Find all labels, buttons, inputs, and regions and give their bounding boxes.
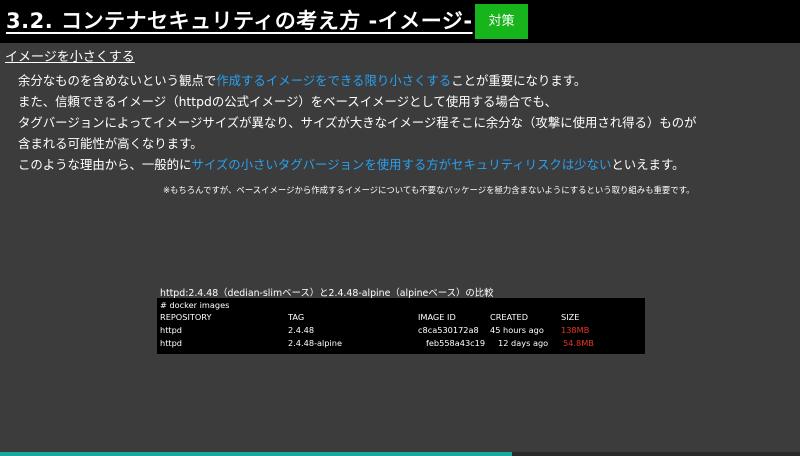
terminal-command: # docker images [160, 300, 230, 310]
slide-header: 3.2. コンテナセキュリティの考え方 -イメージ- 対策 [0, 0, 800, 43]
slide-progress-fill [0, 452, 512, 456]
slide-progress-bar [0, 452, 800, 456]
cell-image-id: c8ca530172a8 [418, 325, 479, 335]
comparison-caption: httpd:2.4.48（dedian-slimベース）と2.4.48-alpi… [160, 288, 494, 299]
countermeasure-tag-button[interactable]: 対策 [475, 4, 528, 39]
body-line-5: このような理由から、一般的にサイズの小さいタグバージョンを使用する方がセキュリテ… [18, 154, 793, 175]
cell-created: 12 days ago [498, 338, 549, 348]
header-size: SIZE [561, 312, 580, 322]
cell-size: 138MB [561, 325, 590, 335]
header-image-id: IMAGE ID [418, 312, 456, 322]
body-text-segment: このような理由から、一般的に [18, 157, 192, 172]
table-row: httpd 2.4.48-alpine feb558a43c19 12 days… [157, 337, 645, 349]
cell-image-id: feb558a43c19 [426, 338, 486, 348]
footnote: ※もちろんですが、ベースイメージから作成するイメージについても不要なパッケージを… [163, 185, 695, 195]
header-tag: TAG [288, 312, 305, 322]
cell-tag: 2.4.48 [288, 325, 315, 335]
slide-title: 3.2. コンテナセキュリティの考え方 -イメージ- [6, 9, 473, 33]
body-text-segment: タグバージョンによってイメージサイズが異なり、サイズが大きなイメージ程そこに余分… [18, 115, 697, 130]
body-line-1: 余分なものを含めないという観点で作成するイメージをできる限り小さくすることが重要… [18, 70, 793, 91]
table-row: httpd 2.4.48 c8ca530172a8 45 hours ago 1… [157, 324, 645, 336]
cell-created: 45 hours ago [490, 325, 544, 335]
body-text-segment: といえます。 [611, 157, 685, 172]
highlight-text: サイズの小さいタグバージョンを使用する方がセキュリティリスクは少ない [191, 157, 612, 172]
body-line-2: また、信頼できるイメージ（httpdの公式イメージ）をベースイメージとして使用す… [18, 91, 793, 112]
body-line-4: 含まれる可能性が高くなります。 [18, 133, 793, 154]
header-created: CREATED [490, 312, 529, 322]
header-repository: REPOSITORY [160, 312, 212, 322]
body-text-segment: ことが重要になります。 [451, 73, 587, 88]
cell-repository: httpd [160, 338, 183, 348]
body-text-segment: 含まれる可能性が高くなります。 [18, 136, 203, 151]
cell-repository: httpd [160, 325, 183, 335]
body-line-3: タグバージョンによってイメージサイズが異なり、サイズが大きなイメージ程そこに余分… [18, 112, 793, 133]
body-text-segment: 余分なものを含めないという観点で [18, 73, 217, 88]
body-paragraph: 余分なものを含めないという観点で作成するイメージをできる限り小さくすることが重要… [18, 70, 793, 175]
highlight-text: 作成するイメージをできる限り小さくする [216, 73, 452, 88]
section-subheading: イメージを小さくする [5, 50, 135, 65]
terminal-output: # docker images REPOSITORY TAG IMAGE ID … [157, 298, 645, 354]
body-text-segment: また、信頼できるイメージ（httpdの公式イメージ）をベースイメージとして使用す… [18, 94, 557, 109]
terminal-header-row: REPOSITORY TAG IMAGE ID CREATED SIZE [157, 311, 645, 323]
cell-size: 54.8MB [563, 338, 594, 348]
cell-tag: 2.4.48-alpine [288, 338, 342, 348]
